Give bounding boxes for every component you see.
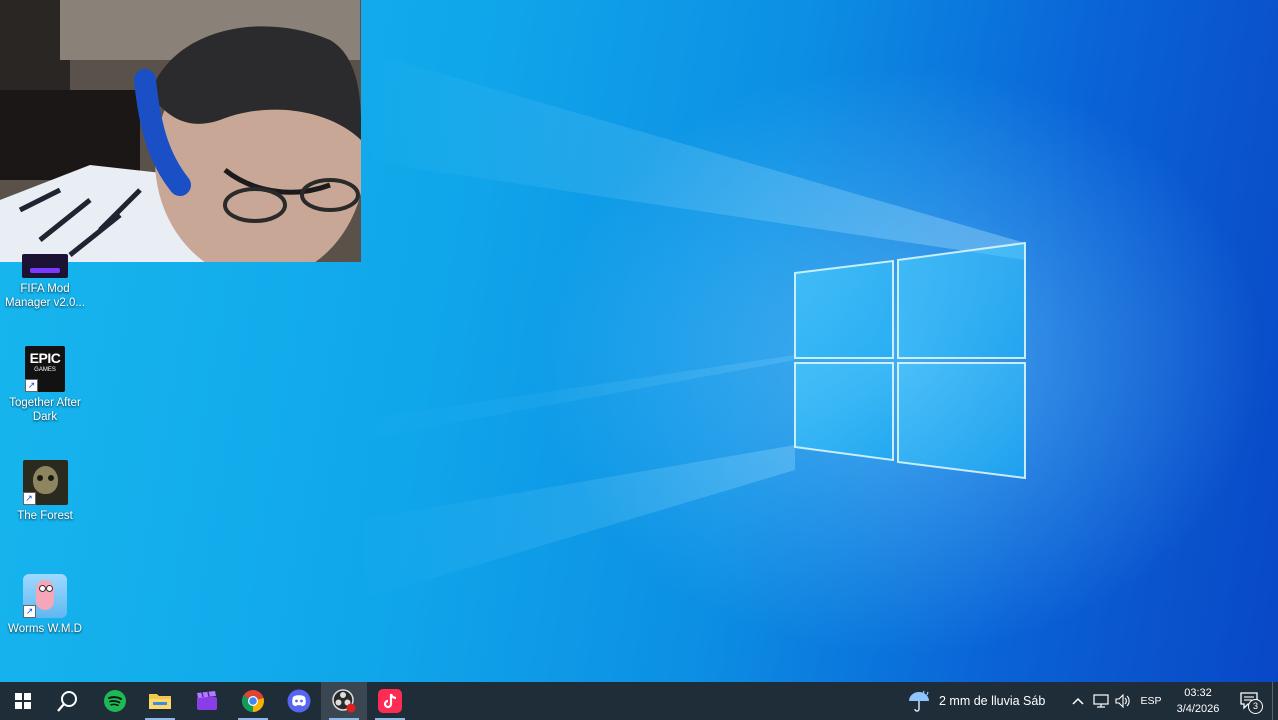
- taskbar: 2 mm de lluvia Sáb ESP 03:32 3/4/2026 3: [0, 682, 1278, 720]
- notifications-button[interactable]: 3: [1232, 682, 1268, 720]
- clock[interactable]: 03:32 3/4/2026: [1170, 685, 1226, 717]
- chrome-icon: [242, 690, 264, 712]
- clapperboard-icon: [197, 691, 217, 710]
- weather-widget[interactable]: 2 mm de lluvia Sáb: [906, 682, 1054, 720]
- taskbar-app-spotify[interactable]: [92, 682, 138, 720]
- the-forest-icon: ↗: [22, 460, 68, 505]
- shortcut-arrow-icon: ↗: [22, 492, 36, 505]
- shortcut-arrow-icon: ↗: [25, 379, 38, 392]
- taskbar-app-discord[interactable]: [276, 682, 322, 720]
- webcam-overlay: [0, 0, 361, 262]
- desktop-icon-label: FIFA Mod Manager v2.0...: [5, 283, 85, 309]
- taskbar-app-tiktok[interactable]: [367, 682, 413, 720]
- epic-games-icon: EPIC GAMES ↗: [25, 346, 65, 392]
- desktop-icon-label: The Forest: [17, 510, 73, 522]
- desktop-icon-together-after-dark[interactable]: EPIC GAMES ↗ Together After Dark: [2, 346, 88, 424]
- language-indicator[interactable]: ESP: [1138, 682, 1164, 720]
- worms-wmd-icon: ↗: [23, 574, 67, 618]
- desktop-icon-the-forest[interactable]: ↗ The Forest: [2, 460, 88, 523]
- clock-date: 3/4/2026: [1176, 703, 1220, 715]
- chevron-up-icon: [1072, 697, 1084, 705]
- taskbar-app-file-explorer[interactable]: [137, 682, 183, 720]
- desktop-background: FIFA Mod Manager v2.0... EPIC GAMES ↗ To…: [0, 0, 1278, 682]
- windows-start-icon: [15, 693, 31, 709]
- desktop-icon-worms-wmd[interactable]: ↗ Worms W.M.D: [2, 574, 88, 636]
- shortcut-arrow-icon: ↗: [23, 605, 36, 618]
- show-hidden-icons-button[interactable]: [1068, 682, 1088, 720]
- taskbar-app-clapperboard[interactable]: [184, 682, 230, 720]
- folder-icon: [149, 694, 171, 709]
- discord-icon: [287, 689, 311, 713]
- obs-record-icon: [332, 689, 356, 713]
- fifa-mod-manager-icon: [22, 254, 68, 278]
- network-icon: [1093, 694, 1109, 708]
- taskbar-app-obs[interactable]: [321, 682, 367, 720]
- notification-count-badge: 3: [1248, 699, 1263, 714]
- language-label: ESP: [1140, 695, 1162, 707]
- desktop-icon-label: Together After Dark: [9, 397, 81, 423]
- volume-icon: [1115, 694, 1130, 708]
- clock-time: 03:32: [1184, 687, 1212, 699]
- rain-umbrella-icon: [909, 690, 929, 712]
- webcam-person-image: [0, 0, 361, 262]
- network-button[interactable]: [1090, 682, 1112, 720]
- start-button[interactable]: [0, 682, 46, 720]
- search-button[interactable]: [45, 682, 91, 720]
- weather-text: 2 mm de lluvia Sáb: [939, 694, 1046, 708]
- tiktok-icon: [378, 689, 402, 713]
- taskbar-app-chrome[interactable]: [230, 682, 276, 720]
- volume-button[interactable]: [1113, 682, 1135, 720]
- spotify-icon: [104, 690, 126, 712]
- desktop-icon-label: Worms W.M.D: [8, 623, 82, 635]
- show-desktop-button[interactable]: [1272, 682, 1273, 720]
- search-icon: [57, 691, 77, 712]
- desktop-icon-fifa-mod-manager[interactable]: FIFA Mod Manager v2.0...: [2, 254, 88, 310]
